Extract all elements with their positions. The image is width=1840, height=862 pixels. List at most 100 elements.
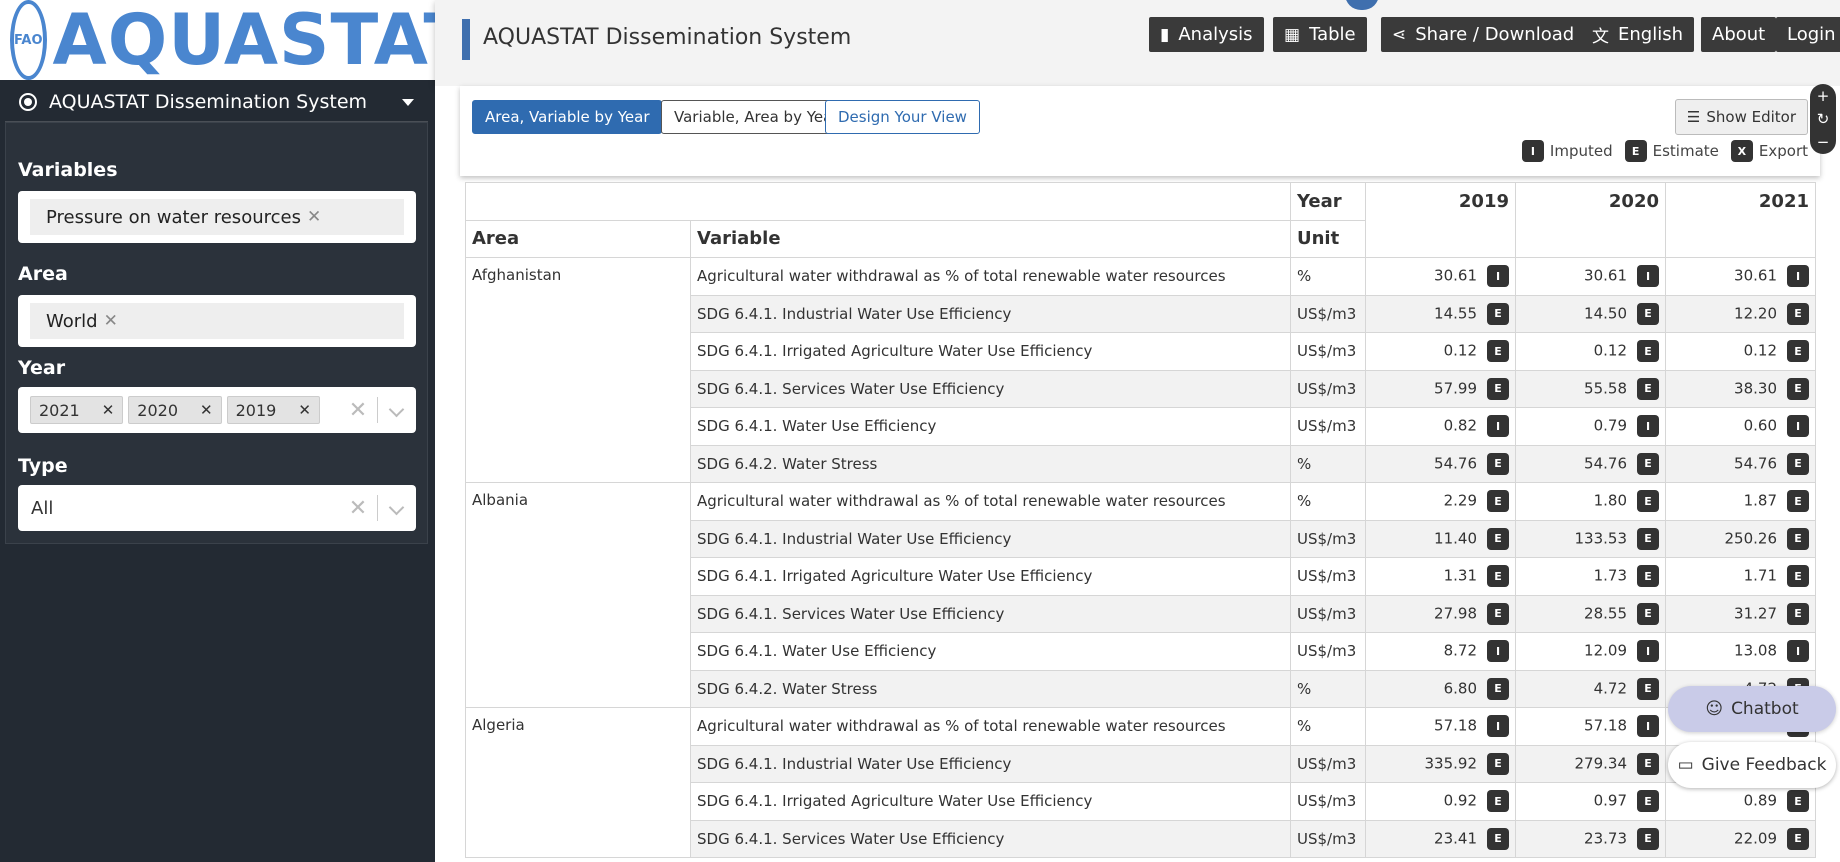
variable-cell: SDG 6.4.1. Irrigated Agriculture Water U… (690, 557, 1291, 596)
flag-badge: E (1487, 340, 1509, 363)
view-variable-area-by-year-button[interactable]: Variable, Area by Year (661, 100, 852, 134)
view-toolbar: Area, Variable by Year Variable, Area by… (460, 86, 1820, 176)
translate-icon: 文 (1592, 27, 1609, 47)
unit-cell: US$/m3 (1290, 332, 1366, 371)
value-number: 57.99 (1434, 379, 1477, 398)
value-number: 28.55 (1584, 604, 1627, 623)
type-select[interactable]: All ✕ (18, 485, 416, 531)
flag-badge: E (1487, 602, 1509, 625)
caret-down-icon (402, 99, 414, 106)
value-cell: 0.79 I (1515, 407, 1666, 446)
remove-year-chip-icon[interactable]: ✕ (298, 401, 311, 419)
flag-badge: E (1787, 377, 1809, 400)
area-cell: Afghanistan (465, 257, 691, 483)
zoom-control: + ↻ − (1810, 84, 1836, 154)
variable-cell: SDG 6.4.1. Water Use Efficiency (690, 632, 1291, 671)
clear-year-icon[interactable]: ✕ (339, 398, 377, 423)
remove-year-chip-icon[interactable]: ✕ (102, 401, 115, 419)
about-button[interactable]: About (1701, 17, 1777, 52)
year-header: Year (1290, 182, 1366, 221)
value-number: 133.53 (1574, 529, 1628, 548)
remove-variables-chip-icon[interactable]: ✕ (307, 207, 321, 227)
value-number: 57.18 (1434, 716, 1477, 735)
value-number: 1.80 (1593, 491, 1627, 510)
remove-year-chip-icon[interactable]: ✕ (200, 401, 213, 419)
value-cell: 57.18 I (1365, 707, 1516, 746)
chevron-down-icon[interactable] (378, 485, 416, 531)
value-cell: 23.41 E (1365, 819, 1516, 858)
table-label: Table (1309, 24, 1356, 45)
value-cell: 12.20 E (1665, 294, 1816, 333)
value-cell: 55.58 E (1515, 369, 1666, 408)
language-button[interactable]: 文 English (1581, 17, 1694, 52)
top-toggle-icon[interactable] (1345, 0, 1379, 10)
value-number: 0.12 (1443, 341, 1477, 360)
robot-icon: ☺ (1705, 699, 1724, 719)
chevron-down-icon[interactable] (378, 387, 416, 433)
unit-cell: US$/m3 (1290, 557, 1366, 596)
flag-badge: I (1787, 415, 1809, 438)
value-number: 54.76 (1584, 454, 1627, 473)
share-label: Share / Download (1415, 24, 1575, 45)
value-cell: 27.98 E (1365, 594, 1516, 633)
value-cell: 23.73 E (1515, 819, 1666, 858)
page-title: AQUASTAT Dissemination System (483, 25, 852, 50)
unit-column-header[interactable]: Unit (1290, 219, 1366, 258)
variable-cell: SDG 6.4.1. Industrial Water Use Efficien… (690, 519, 1291, 558)
analysis-button[interactable]: ▮ Analysis (1149, 17, 1264, 52)
value-number: 12.20 (1734, 304, 1777, 323)
bar-chart-icon: ▮ (1160, 24, 1170, 45)
flag-badge: E (1637, 452, 1659, 475)
value-number: 27.98 (1434, 604, 1477, 623)
flag-badge: E (1637, 565, 1659, 588)
value-cell: 1.87 E (1665, 482, 1816, 521)
clear-type-icon[interactable]: ✕ (339, 496, 377, 521)
login-button[interactable]: Login (1776, 17, 1840, 52)
value-number: 30.61 (1734, 266, 1777, 285)
chatbot-button[interactable]: ☺ Chatbot (1668, 686, 1836, 732)
table-button[interactable]: ▦ Table (1273, 17, 1367, 52)
value-cell: 0.97 E (1515, 782, 1666, 821)
value-cell: 31.27 E (1665, 594, 1816, 633)
value-cell: 8.72 I (1365, 632, 1516, 671)
area-column-header[interactable]: Area (465, 219, 691, 258)
flag-badge: E (1637, 827, 1659, 850)
value-number: 22.09 (1734, 829, 1777, 848)
flag-badge: E (1787, 490, 1809, 513)
zoom-in-icon[interactable]: + (1817, 87, 1830, 105)
variable-cell: SDG 6.4.1. Irrigated Agriculture Water U… (690, 782, 1291, 821)
year-column-header[interactable]: 2019 (1365, 182, 1516, 258)
table-row: Albania Agricultural water withdrawal as … (465, 482, 1816, 708)
give-feedback-button[interactable]: ▭ Give Feedback (1668, 742, 1836, 788)
variables-select[interactable]: Pressure on water resources ✕ (18, 191, 416, 243)
year-column-header[interactable]: 2020 (1515, 182, 1666, 258)
area-select[interactable]: World ✕ (18, 295, 416, 347)
design-your-view-button[interactable]: Design Your View (825, 100, 980, 134)
unit-cell: US$/m3 (1290, 819, 1366, 858)
legend-badge-imputed: I (1521, 140, 1544, 162)
view-area-variable-by-year-button[interactable]: Area, Variable by Year (472, 100, 663, 134)
refresh-icon[interactable]: ↻ (1817, 110, 1830, 128)
value-cell: 2.29 E (1365, 482, 1516, 521)
unit-cell: % (1290, 669, 1366, 708)
flag-badge: E (1487, 565, 1509, 588)
value-number: 0.12 (1743, 341, 1777, 360)
flag-badge: E (1487, 527, 1509, 550)
show-editor-button[interactable]: ☰ Show Editor (1674, 99, 1808, 135)
system-select[interactable]: AQUASTAT Dissemination System (5, 82, 428, 122)
zoom-out-icon[interactable]: − (1817, 133, 1830, 151)
share-download-button[interactable]: ⋖ Share / Download (1381, 17, 1586, 52)
remove-area-chip-icon[interactable]: ✕ (104, 311, 118, 331)
login-label: Login (1787, 24, 1836, 45)
aquastat-logo[interactable]: FAO AQUASTAT (0, 0, 471, 80)
year-select[interactable]: 2021 ✕ 2020 ✕ 2019 ✕ ✕ (18, 387, 416, 433)
variable-cell: Agricultural water withdrawal as % of to… (690, 482, 1291, 521)
flag-badge: E (1637, 302, 1659, 325)
flag-badge: I (1487, 265, 1509, 288)
flag-badge: E (1637, 377, 1659, 400)
flag-badge: I (1487, 640, 1509, 663)
value-number: 0.60 (1743, 416, 1777, 435)
variable-column-header[interactable]: Variable (690, 219, 1291, 258)
year-column-header[interactable]: 2021 (1665, 182, 1816, 258)
system-select-label: AQUASTAT Dissemination System (49, 90, 368, 113)
